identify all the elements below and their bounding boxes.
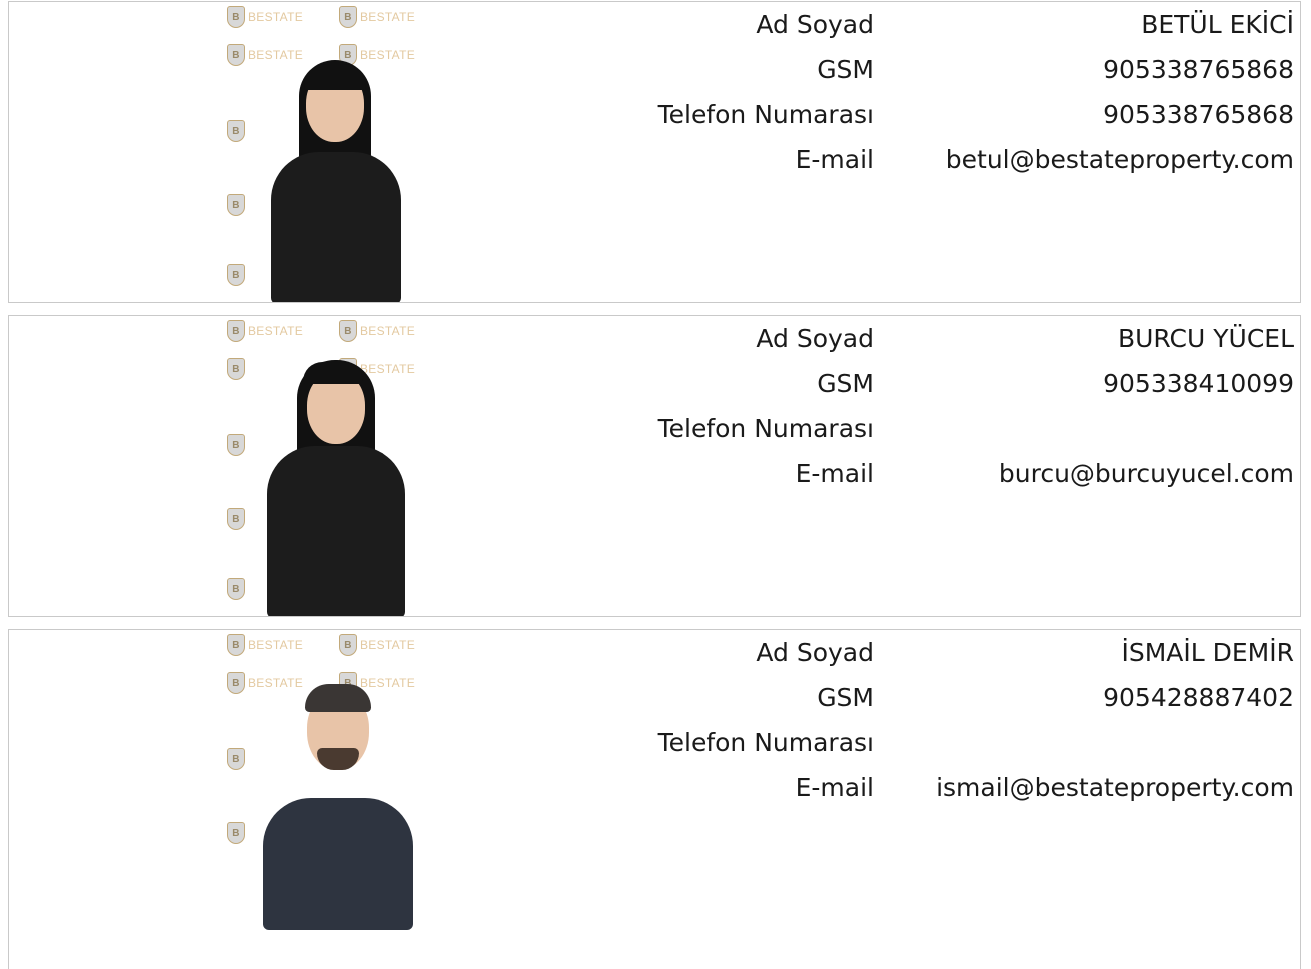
agent-phone: 905338765868 <box>1103 100 1294 129</box>
agent-gsm: 905338410099 <box>1103 369 1294 398</box>
label-phone: Telefon Numarası <box>657 414 874 443</box>
label-email: E-mail <box>795 145 874 174</box>
label-phone: Telefon Numarası <box>657 728 874 757</box>
agent-card: BBESTATE BBESTATE B BBESTATE B B B Ad So… <box>8 315 1301 617</box>
label-name: Ad Soyad <box>756 324 874 353</box>
agent-photo: BBESTATE BBESTATE B BBESTATE B B B <box>227 316 441 616</box>
watermark-logo: B <box>227 748 245 770</box>
watermark-logo: B <box>227 508 245 530</box>
agent-name: BURCU YÜCEL <box>1117 324 1294 353</box>
agent-name: BETÜL EKİCİ <box>1141 10 1294 39</box>
agent-card: B BESTATE B BESTATE B BESTATE B BESTATE B B … <box>8 629 1301 969</box>
label-name: Ad Soyad <box>756 638 874 667</box>
label-gsm: GSM <box>817 55 874 84</box>
agent-photo: B BESTATE B BESTATE B BESTATE B BESTATE B B <box>227 630 441 969</box>
agent-email: burcu@burcuyucel.com <box>998 459 1294 488</box>
watermark-logo: B <box>227 264 245 286</box>
agent-email: betul@bestateproperty.com <box>945 145 1294 174</box>
label-name: Ad Soyad <box>756 10 874 39</box>
watermark-logo: B <box>227 434 245 456</box>
person-figure <box>257 630 413 930</box>
watermark-logo: B <box>227 120 245 142</box>
agent-card: B BESTATE B BESTATE B BESTATE B BESTATE B B … <box>8 1 1301 303</box>
agent-name: İSMAİL DEMİR <box>1121 638 1294 667</box>
agent-photo: B BESTATE B BESTATE B BESTATE B BESTATE B B … <box>227 2 441 302</box>
agent-email: ismail@bestateproperty.com <box>936 773 1294 802</box>
label-gsm: GSM <box>817 683 874 712</box>
watermark-logo: B <box>227 194 245 216</box>
agent-gsm: 905338765868 <box>1103 55 1294 84</box>
label-phone: Telefon Numarası <box>657 100 874 129</box>
agent-gsm: 905428887402 <box>1103 683 1294 712</box>
watermark-logo: B <box>227 578 245 600</box>
person-figure <box>257 2 413 302</box>
label-email: E-mail <box>795 459 874 488</box>
person-figure <box>257 316 413 616</box>
watermark-logo: B <box>227 358 245 380</box>
label-gsm: GSM <box>817 369 874 398</box>
watermark-logo: B <box>227 822 245 844</box>
label-email: E-mail <box>795 773 874 802</box>
